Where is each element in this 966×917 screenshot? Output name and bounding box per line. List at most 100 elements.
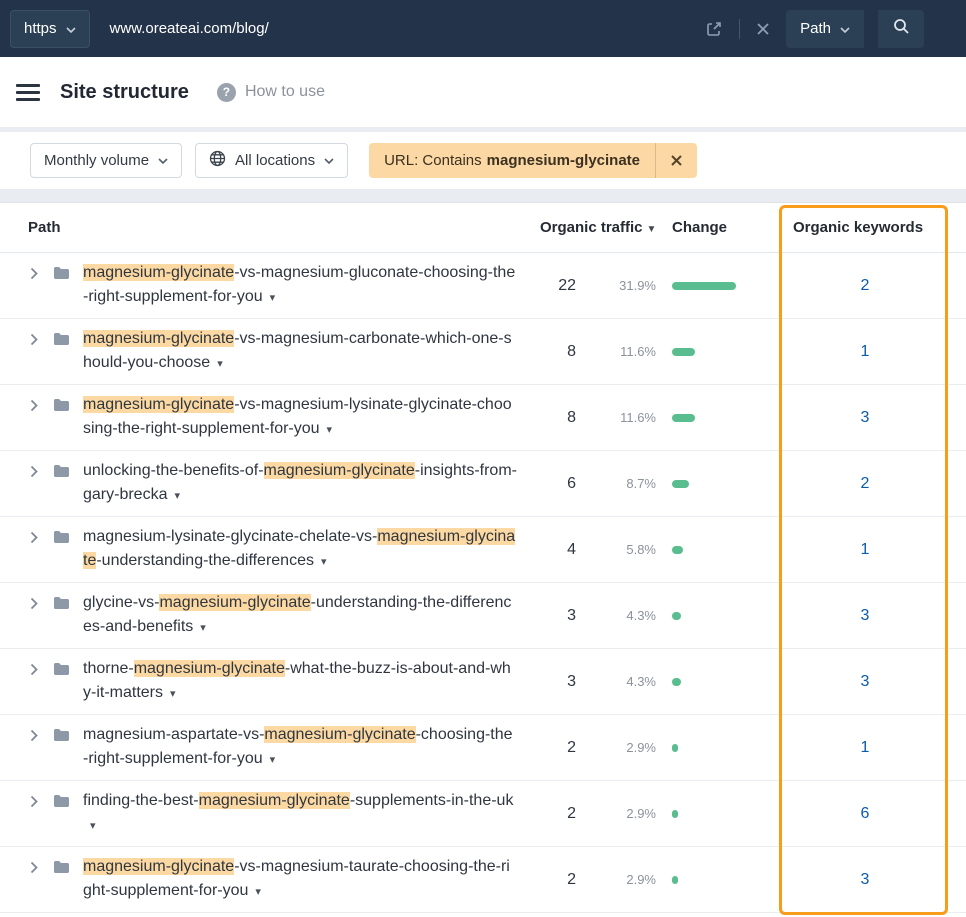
path-link[interactable]: magnesium-glycinate-vs-magnesium-glucona… [83, 261, 517, 310]
path-link[interactable]: magnesium-lysinate-glycinate-chelate-vs-… [83, 525, 517, 574]
path-cell: thorne-magnesium-glycinate-what-the-buzz… [28, 649, 528, 714]
change-percent: 11.6% [586, 410, 672, 425]
path-link[interactable]: magnesium-glycinate-vs-magnesium-taurate… [83, 855, 517, 904]
expand-chevron-icon[interactable] [30, 465, 38, 478]
organic-keywords-link[interactable]: 3 [861, 409, 870, 426]
expand-chevron-icon[interactable] [30, 597, 38, 610]
organic-keywords-cell: 2 [782, 277, 948, 295]
expand-chevron-icon[interactable] [30, 333, 38, 346]
toolbar-divider [739, 19, 740, 39]
menu-icon[interactable] [16, 84, 40, 101]
organic-keywords-link[interactable]: 1 [861, 541, 870, 558]
organic-keywords-link[interactable]: 6 [861, 805, 870, 822]
organic-keywords-link[interactable]: 1 [861, 739, 870, 756]
how-to-use-link[interactable]: ? How to use [217, 83, 325, 102]
path-dropdown-caret[interactable]: ▾ [174, 490, 180, 502]
organic-keywords-link[interactable]: 1 [861, 343, 870, 360]
table-row: finding-the-right-time-when-to-take-magn… [0, 913, 966, 917]
organic-keywords-column-header[interactable]: Organic keywords [782, 219, 948, 236]
url-toolbar: https www.oreateai.com/blog/ Path [0, 0, 966, 57]
change-bar [672, 348, 695, 356]
change-bar [672, 876, 678, 884]
open-external-icon[interactable] [701, 16, 727, 42]
search-button[interactable] [878, 10, 924, 48]
expand-chevron-icon[interactable] [30, 531, 38, 544]
path-link[interactable]: unlocking-the-benefits-of-magnesium-glyc… [83, 459, 517, 508]
expand-chevron-icon[interactable] [30, 861, 38, 874]
change-bar [672, 414, 695, 422]
path-cell: unlocking-the-benefits-of-magnesium-glyc… [28, 451, 528, 516]
path-link[interactable]: magnesium-glycinate-vs-magnesium-carbona… [83, 327, 517, 376]
organic-traffic-value: 2 [528, 871, 586, 889]
table-row: finding-the-best-magnesium-glycinate-sup… [0, 781, 966, 847]
change-bar-cell [672, 546, 782, 554]
path-link[interactable]: finding-the-best-magnesium-glycinate-sup… [83, 789, 517, 838]
path-link[interactable]: thorne-magnesium-glycinate-what-the-buzz… [83, 657, 517, 706]
search-icon [892, 17, 910, 40]
expand-chevron-icon[interactable] [30, 795, 38, 808]
globe-icon [209, 150, 226, 171]
folder-icon [53, 398, 69, 412]
path-link[interactable]: magnesium-aspartate-vs-magnesium-glycina… [83, 723, 517, 772]
path-mode-label: Path [800, 20, 831, 37]
change-percent: 4.3% [586, 608, 672, 623]
organic-keywords-link[interactable]: 3 [861, 607, 870, 624]
path-column-header: Path [28, 219, 528, 236]
expand-chevron-icon[interactable] [30, 399, 38, 412]
path-dropdown-caret[interactable]: ▾ [255, 886, 261, 898]
path-link[interactable]: magnesium-glycinate-vs-magnesium-lysinat… [83, 393, 517, 442]
expand-chevron-icon[interactable] [30, 729, 38, 742]
folder-icon [53, 464, 69, 478]
path-dropdown-caret[interactable]: ▾ [90, 820, 96, 832]
folder-icon [53, 860, 69, 874]
organic-keywords-link[interactable]: 3 [861, 673, 870, 690]
change-bar-cell [672, 480, 782, 488]
path-mode-dropdown[interactable]: Path [786, 10, 864, 48]
organic-keywords-link[interactable]: 2 [861, 277, 870, 294]
highlighted-term: magnesium-glycinate [83, 330, 234, 347]
folder-icon [53, 332, 69, 346]
path-dropdown-caret[interactable]: ▾ [170, 688, 176, 700]
table-row: magnesium-glycinate-vs-magnesium-taurate… [0, 847, 966, 913]
folder-icon [53, 728, 69, 742]
path-dropdown-caret[interactable]: ▾ [270, 754, 276, 766]
change-bar [672, 480, 689, 488]
volume-dropdown[interactable]: Monthly volume [30, 143, 182, 178]
volume-label: Monthly volume [44, 152, 149, 169]
url-filter-chip: URL: Contains magnesium-glycinate [369, 143, 697, 178]
change-bar [672, 612, 681, 620]
highlighted-term: magnesium-glycinate [199, 792, 350, 809]
remove-filter-button[interactable] [655, 143, 697, 178]
table-row: magnesium-aspartate-vs-magnesium-glycina… [0, 715, 966, 781]
folder-icon [53, 596, 69, 610]
protocol-dropdown[interactable]: https [10, 10, 90, 48]
question-mark-icon: ? [217, 83, 236, 102]
organic-traffic-value: 3 [528, 607, 586, 625]
organic-keywords-cell: 3 [782, 673, 948, 691]
locations-dropdown[interactable]: All locations [195, 143, 348, 178]
clear-url-icon[interactable] [752, 18, 774, 40]
url-input[interactable]: www.oreateai.com/blog/ [102, 20, 690, 37]
page-header: Site structure ? How to use [0, 57, 966, 127]
organic-traffic-value: 8 [528, 409, 586, 427]
organic-traffic-column-header[interactable]: Organic traffic▼ [528, 219, 672, 236]
change-bar-cell [672, 678, 782, 686]
expand-chevron-icon[interactable] [30, 663, 38, 676]
expand-chevron-icon[interactable] [30, 267, 38, 280]
page-title: Site structure [60, 81, 189, 104]
change-bar-cell [672, 414, 782, 422]
path-cell: magnesium-glycinate-vs-magnesium-glucona… [28, 253, 528, 318]
folder-icon [53, 794, 69, 808]
path-dropdown-caret[interactable]: ▾ [321, 556, 327, 568]
organic-traffic-value: 4 [528, 541, 586, 559]
organic-keywords-link[interactable]: 2 [861, 475, 870, 492]
path-dropdown-caret[interactable]: ▾ [200, 622, 206, 634]
path-dropdown-caret[interactable]: ▾ [327, 424, 333, 436]
path-dropdown-caret[interactable]: ▾ [217, 358, 223, 370]
change-percent: 2.9% [586, 740, 672, 755]
path-dropdown-caret[interactable]: ▾ [270, 292, 276, 304]
organic-keywords-link[interactable]: 3 [861, 871, 870, 888]
change-bar [672, 282, 736, 290]
path-link[interactable]: glycine-vs-magnesium-glycinate-understan… [83, 591, 517, 640]
section-divider [0, 189, 966, 202]
